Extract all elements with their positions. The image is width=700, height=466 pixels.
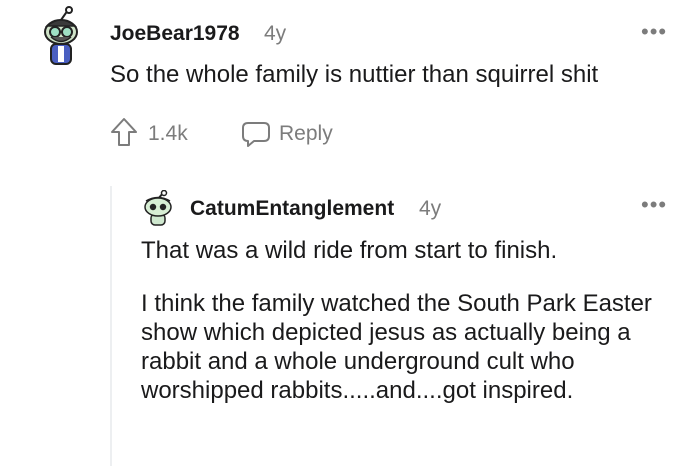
comment-age: 4y [264,22,287,45]
comment-body: So the whole family is nuttier than squi… [110,61,599,88]
reply-button[interactable]: Reply [241,118,333,150]
reply-avatar[interactable] [141,189,175,226]
comment-bubble-icon [242,122,270,147]
avatar[interactable] [38,6,84,66]
reply-username[interactable]: CatumEntanglement [190,197,394,221]
vote-count: 1.4k [148,122,188,145]
thread-line[interactable] [110,186,112,466]
reply-paragraph: That was a wild ride from start to finis… [141,237,558,264]
snoo-avatar-icon [144,189,172,226]
snoo-avatar-icon [44,6,78,65]
comment-username[interactable]: JoeBear1978 [110,22,240,46]
reply-paragraph: I think the family watched the South Par… [141,290,652,404]
upvote-arrow-icon [111,118,137,146]
more-options-icon[interactable]: ••• [641,21,667,43]
upvote-button[interactable] [110,116,138,148]
reply-label: Reply [279,122,333,145]
reply-more-options-icon[interactable]: ••• [641,194,667,216]
reply-age: 4y [419,197,442,220]
